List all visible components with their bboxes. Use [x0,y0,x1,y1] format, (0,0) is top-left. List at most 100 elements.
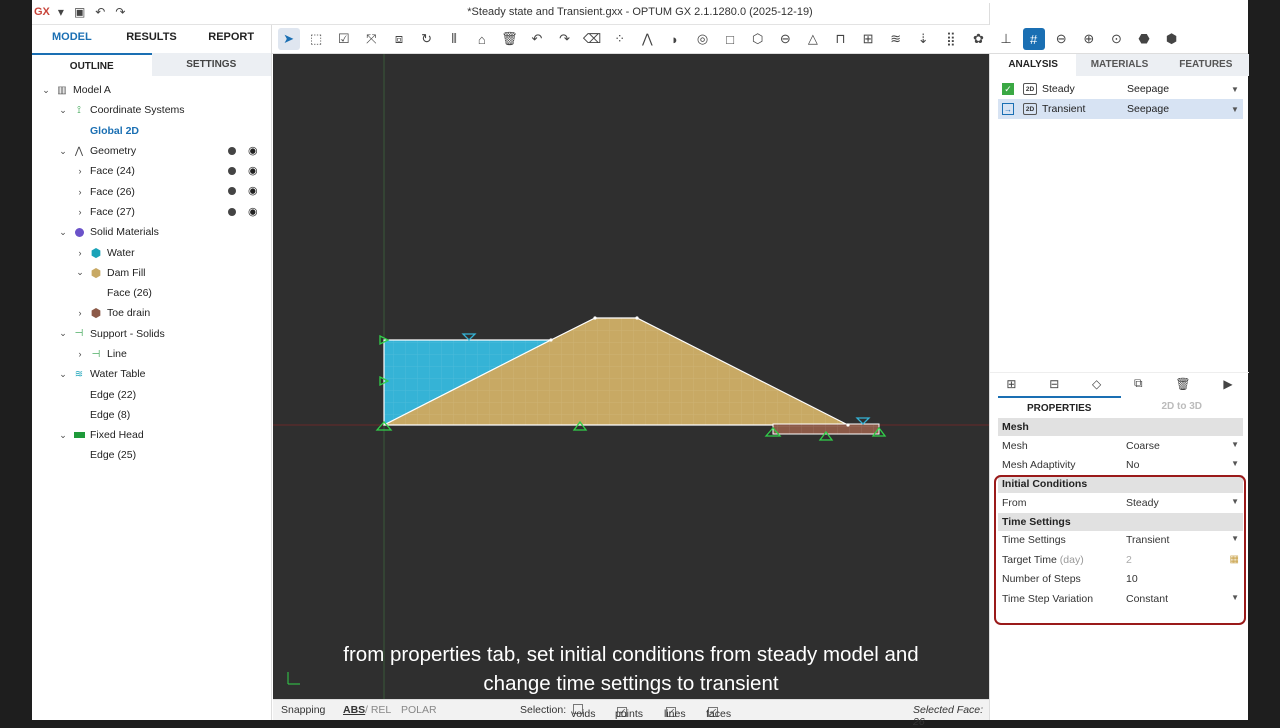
zoom-out-icon[interactable]: ⊖ [1050,28,1072,50]
triangle-icon[interactable]: △ [802,28,824,50]
tree-item[interactable]: ⌄ ⟟ Coordinate Systems [32,100,271,120]
lines-filter[interactable]: lines ✓ [664,704,686,720]
model-canvas[interactable]: from properties tab, set initial conditi… [273,54,989,699]
run-icon[interactable]: ▶ [1223,377,1232,391]
mesh-select[interactable]: Coarse ▼ [1126,440,1243,452]
rotate-icon[interactable]: ↻ [416,28,438,50]
chevron-down-icon[interactable]: ⌄ [57,146,69,157]
add-2d-analysis-icon[interactable]: ⊞ [1006,377,1016,391]
tree-item[interactable]: Face (26) [32,283,271,303]
trash-icon[interactable]: 🗑 [1175,377,1190,391]
tab-results[interactable]: RESULTS [112,25,192,53]
save-icon[interactable]: ▣ [74,5,85,19]
tree-item[interactable]: › Face (26) ◉ [32,181,271,201]
tree-item[interactable]: ⌄ Solid Materials [32,222,271,242]
arc-icon[interactable]: ◗ [664,28,686,50]
delete-icon[interactable]: 🗑 [498,28,520,50]
tab-2d-to-3d[interactable]: 2D to 3D [1121,396,1244,418]
eye-icon[interactable]: ◉ [248,144,258,157]
select-box-icon[interactable]: ⬚ [305,28,327,50]
tab-outline[interactable]: OUTLINE [32,53,152,76]
color-dot-icon[interactable] [228,207,236,216]
chevron-right-icon[interactable]: › [74,207,86,217]
add-3d-analysis-icon[interactable]: ⊟ [1049,377,1059,391]
abs-toggle[interactable]: ABS [343,704,365,716]
color-dot-icon[interactable] [228,187,236,196]
chevron-down-icon[interactable]: ▼ [1231,105,1243,114]
chevron-down-icon[interactable]: ⌄ [74,267,86,278]
tree-item[interactable]: ⌄ ⋀ Geometry ◉ [32,141,271,161]
tab-materials[interactable]: MATERIALS [1076,54,1162,76]
points-filter[interactable]: points ✓ [615,704,643,720]
stage-icon[interactable]: ◇ [1092,377,1101,391]
tree-item[interactable]: ⌄ ⊣ Support - Solids [32,324,271,344]
tree-item[interactable]: › ⊣ Line [32,344,271,364]
tree-item[interactable]: › Face (24) ◉ [32,161,271,181]
calculator-icon[interactable]: ▦ [1230,554,1239,566]
tab-features[interactable]: FEATURES [1163,54,1249,76]
target-time-input[interactable]: 2 ▦ [1126,554,1243,566]
chevron-down-icon[interactable]: ⌄ [57,227,69,238]
chevron-down-icon[interactable]: ▼ [1231,85,1243,94]
pin-icon[interactable]: ⊥ [995,28,1017,50]
chevron-down-icon[interactable]: ⌄ [57,369,69,380]
select-arrow-icon[interactable]: ➤ [277,28,300,50]
tree-item[interactable]: › Face (27) ◉ [32,202,271,222]
tree-item[interactable]: ⌄ ≋ Water Table [32,364,271,384]
eye-icon[interactable]: ◉ [248,205,258,218]
eraser-icon[interactable]: ⌫ [581,28,603,50]
points-icon[interactable]: ⁘ [609,28,631,50]
transform-icon[interactable]: ⧈ [388,28,410,50]
faces-filter[interactable]: faces ✓ [706,704,731,720]
cluster-icon[interactable]: ✿ [967,28,989,50]
time-step-variation-select[interactable]: Constant ▼ [1126,593,1243,605]
circle-icon[interactable]: ◎ [692,28,714,50]
color-dot-icon[interactable] [228,146,236,155]
extrude-icon[interactable]: ⌂ [471,28,493,50]
tree-item[interactable]: Edge (22) [32,384,271,404]
chevron-down-icon[interactable]: ⌄ [57,430,69,441]
tab-properties[interactable]: PROPERTIES [998,396,1121,418]
ellipse-icon[interactable]: ⊖ [774,28,796,50]
load-icon[interactable]: ⇣ [912,28,934,50]
model-viewport[interactable] [273,54,989,699]
polygon-icon[interactable]: ⬡ [747,28,769,50]
chevron-down-icon[interactable]: ▼ [1231,459,1239,471]
chevron-down-icon[interactable]: ▼ [1231,440,1239,452]
time-settings-select[interactable]: Transient ▼ [1126,534,1243,546]
eye-icon[interactable]: ◉ [248,164,258,177]
tree-item[interactable]: ⌄ Fixed Head [32,425,271,445]
polyline-icon[interactable]: ⋀ [636,28,658,50]
tab-analysis[interactable]: ANALYSIS [990,54,1077,76]
eye-icon[interactable]: ◉ [248,184,258,197]
tab-report[interactable]: REPORT [191,25,271,53]
snapping-label[interactable]: Snapping [281,704,325,716]
tree-item[interactable]: Global 2D [32,121,271,141]
polar-toggle[interactable]: POLAR [401,704,437,716]
tree-item[interactable]: › ⬢ Water [32,242,271,262]
color-dot-icon[interactable] [228,167,236,176]
chevron-down-icon[interactable]: ▼ [1231,497,1239,509]
grid-icon[interactable]: # [1022,28,1045,50]
zoom-in-icon[interactable]: ⊕ [1078,28,1100,50]
analysis-type-select[interactable]: Seepage [1127,83,1231,95]
mirror-icon[interactable]: ⫴ [443,28,465,50]
chevron-right-icon[interactable]: › [74,248,86,258]
chevron-right-icon[interactable]: › [74,349,86,359]
undo-icon[interactable]: ↶ [95,5,105,19]
analysis-type-select[interactable]: Seepage [1127,103,1231,115]
chevron-down-icon[interactable]: ▾ [58,5,64,19]
water-table-tool-icon[interactable]: ≋ [885,28,907,50]
chevron-right-icon[interactable]: › [74,187,86,197]
array-icon[interactable]: ⣿ [940,28,962,50]
analysis-row-transient[interactable]: → 2D Transient Seepage ▼ [998,99,1243,119]
chevron-down-icon[interactable]: ⌄ [40,85,52,96]
snap-icon[interactable]: ⤧ [360,28,382,50]
tree-item[interactable]: Edge (25) [32,445,271,465]
zoom-fit-icon[interactable]: ⊙ [1105,28,1127,50]
redo-icon[interactable]: ↷ [554,28,576,50]
number-of-steps-input[interactable]: 10 [1126,573,1243,585]
chevron-down-icon[interactable]: ⌄ [57,105,69,116]
tab-settings[interactable]: SETTINGS [151,53,271,76]
undo-icon[interactable]: ↶ [526,28,548,50]
